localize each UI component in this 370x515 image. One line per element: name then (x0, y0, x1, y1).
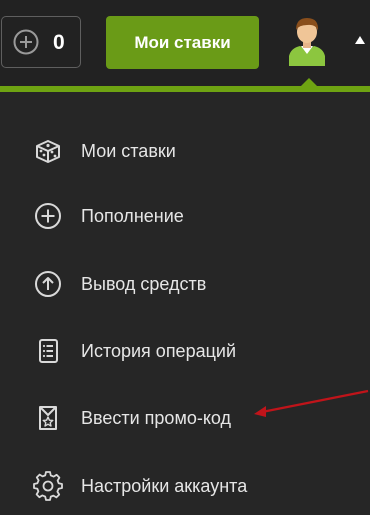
menu-item-my-bets[interactable]: Мои ставки (0, 126, 370, 176)
arrow-up-circle-icon (32, 268, 64, 300)
document-list-icon (32, 335, 64, 367)
menu-item-label: Мои ставки (81, 140, 176, 161)
caret-up-icon[interactable] (355, 36, 365, 44)
menu-item-history[interactable]: История операций (0, 326, 370, 376)
user-avatar-icon[interactable] (285, 14, 329, 66)
dice-icon (32, 135, 64, 167)
plus-circle-icon (32, 200, 64, 232)
menu-item-promo-code[interactable]: Ввести промо-код (0, 393, 370, 443)
menu-item-label: Ввести промо-код (81, 407, 232, 428)
account-dropdown-menu: Мои ставки Пополнение Вывод средств Исто… (0, 92, 370, 515)
star-badge-icon (32, 402, 64, 434)
menu-item-label: Вывод средств (81, 273, 207, 294)
my-bets-button[interactable]: Мои ставки (106, 16, 259, 69)
top-bar: 0 Мои ставки (0, 0, 370, 86)
balance-widget[interactable]: 0 (1, 16, 81, 68)
menu-item-withdraw[interactable]: Вывод средств (0, 259, 370, 309)
menu-item-label: Пополнение (81, 205, 184, 226)
menu-item-label: Настройки аккаунта (81, 475, 248, 496)
plus-circle-icon[interactable] (13, 29, 39, 55)
menu-item-deposit[interactable]: Пополнение (0, 191, 370, 241)
gear-icon (32, 470, 64, 502)
balance-value: 0 (53, 31, 65, 54)
menu-item-label: История операций (81, 340, 237, 361)
menu-item-account-settings[interactable]: Настройки аккаунта (0, 461, 370, 511)
